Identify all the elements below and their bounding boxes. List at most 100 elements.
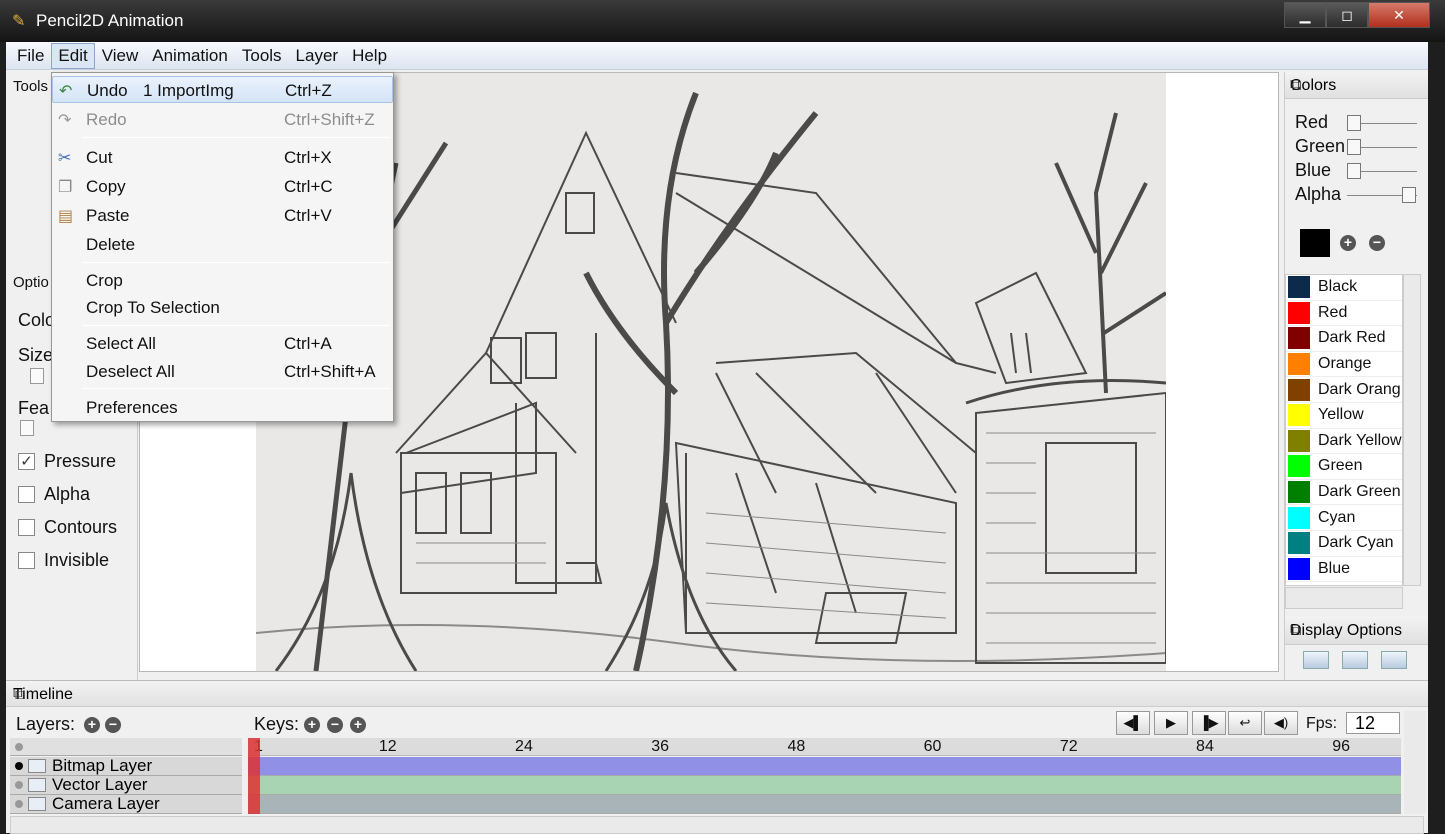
contours-checkbox[interactable]: Contours (18, 517, 117, 538)
palette-item[interactable]: Dark Red (1286, 326, 1402, 352)
menu-item-shortcut: Ctrl+V (284, 206, 332, 225)
window-title: Pencil2D Animation (36, 11, 184, 30)
close-button[interactable]: ✕ (1368, 2, 1430, 28)
green-slider-handle[interactable] (1347, 139, 1361, 155)
menu-animation[interactable]: Animation (145, 43, 235, 69)
menu-preferences[interactable]: Preferences (52, 394, 393, 421)
float-panel-icon[interactable]: ⧉ (13, 686, 1422, 704)
palette-item[interactable]: Green (1286, 454, 1402, 480)
palette-item-label: Red (1318, 303, 1348, 321)
onion-skin-button[interactable] (1381, 651, 1407, 669)
remove-layer-icon[interactable]: − (105, 717, 121, 733)
visibility-dot-icon[interactable] (15, 800, 23, 808)
palette-vertical-scrollbar[interactable] (1403, 274, 1421, 586)
menu-cut[interactable]: ✂ Cut Ctrl+X (52, 144, 393, 171)
float-panel-icon[interactable]: ⧉ (1290, 622, 1422, 640)
layer-row-bitmap[interactable]: Bitmap Layer (10, 757, 242, 776)
current-color-swatch[interactable] (1300, 229, 1330, 257)
color-swatch (1288, 276, 1310, 299)
palette-item[interactable]: Dark Yellow (1286, 429, 1402, 455)
menu-help[interactable]: Help (345, 43, 394, 69)
menu-copy[interactable]: ❐ Copy Ctrl+C (52, 173, 393, 200)
checkbox-box[interactable]: ✓ (18, 453, 35, 470)
palette-item[interactable]: Dark Green (1286, 480, 1402, 506)
display-options-header: Display Options ⧉ (1285, 617, 1428, 645)
palette-item[interactable]: Red (1286, 301, 1402, 327)
remove-key-icon[interactable]: − (327, 717, 343, 733)
pressure-checkbox[interactable]: ✓ Pressure (18, 451, 116, 472)
menu-separator (82, 388, 390, 389)
fps-spinbox[interactable]: 12 (1346, 712, 1400, 734)
duplicate-key-icon[interactable]: + (350, 717, 366, 733)
invisible-checkbox[interactable]: Invisible (18, 550, 109, 571)
size-slider[interactable] (30, 368, 44, 384)
remove-color-icon[interactable]: − (1369, 235, 1385, 251)
flip-horizontal-button[interactable] (1303, 651, 1329, 669)
frame-ruler[interactable]: 11224364860728496 (248, 738, 1401, 756)
alpha-slider-handle[interactable] (1402, 187, 1416, 203)
menu-item-label: Deselect All (86, 362, 175, 381)
palette-item[interactable]: Orange (1286, 352, 1402, 378)
flip-vertical-button[interactable] (1342, 651, 1368, 669)
add-color-icon[interactable]: + (1340, 235, 1356, 251)
menu-file[interactable]: File (10, 43, 51, 69)
palette-item[interactable]: Blue (1286, 557, 1402, 583)
layer-row-vector[interactable]: Vector Layer (10, 776, 242, 795)
loop-button[interactable]: ↩ (1228, 711, 1262, 735)
red-slider-handle[interactable] (1347, 115, 1361, 131)
timeline-horizontal-scrollbar[interactable] (10, 816, 1424, 834)
sound-button[interactable]: ◀) (1264, 711, 1298, 735)
menu-layer[interactable]: Layer (289, 43, 346, 69)
menu-tools[interactable]: Tools (235, 43, 289, 69)
menu-redo[interactable]: ↷ Redo Ctrl+Shift+Z (52, 106, 393, 133)
alpha-checkbox[interactable]: Alpha (18, 484, 90, 505)
float-panel-icon[interactable]: ⧉ (1290, 77, 1422, 95)
checkbox-box[interactable] (18, 519, 35, 536)
copy-icon: ❐ (58, 179, 73, 196)
palette-item[interactable]: Black (1286, 275, 1402, 301)
palette-item[interactable]: Dark Orang (1286, 377, 1402, 403)
menu-crop[interactable]: Crop (52, 267, 393, 294)
add-layer-icon[interactable]: + (84, 717, 100, 733)
bitmap-layer-track[interactable] (248, 757, 1401, 776)
palette-item-label: Dark Red (1318, 329, 1386, 347)
menu-edit[interactable]: Edit (51, 42, 95, 69)
palette-item[interactable]: Yellow (1286, 403, 1402, 429)
timeline-vertical-scrollbar[interactable] (1404, 711, 1426, 814)
previous-frame-button[interactable]: ◀▌ (1116, 711, 1150, 735)
menu-item-label: Cut (86, 148, 113, 167)
layer-row-camera[interactable]: Camera Layer (10, 795, 242, 814)
visibility-dot-icon[interactable] (15, 762, 23, 770)
menu-item-shortcut: Ctrl+X (284, 148, 332, 167)
color-swatch (1288, 455, 1310, 478)
maximize-button[interactable]: ◻ (1326, 2, 1368, 28)
checkbox-label: Alpha (44, 484, 91, 504)
palette-item[interactable]: Dark Cyan (1286, 531, 1402, 557)
camera-layer-track[interactable] (248, 795, 1401, 814)
playhead-marker[interactable] (248, 738, 260, 814)
menu-crop-to-selection[interactable]: Crop To Selection (52, 294, 393, 321)
palette-horizontal-scrollbar[interactable] (1285, 587, 1403, 609)
menu-select-all[interactable]: Select All Ctrl+A (52, 330, 393, 357)
feather-slider[interactable] (20, 420, 34, 436)
menu-view[interactable]: View (95, 43, 146, 69)
menu-deselect-all[interactable]: Deselect All Ctrl+Shift+A (52, 358, 393, 385)
menu-separator (82, 262, 390, 263)
menu-paste[interactable]: ▤ Paste Ctrl+V (52, 202, 393, 229)
next-frame-button[interactable]: ▐▶ (1192, 711, 1226, 735)
visibility-all-icon[interactable] (15, 743, 23, 751)
add-key-icon[interactable]: + (304, 717, 320, 733)
palette-item[interactable]: Cyan (1286, 505, 1402, 531)
vector-layer-track[interactable] (248, 776, 1401, 795)
minimize-button[interactable]: ▁ (1284, 2, 1326, 28)
checkbox-box[interactable] (18, 552, 35, 569)
menu-undo[interactable]: ↶ Undo 1 ImportImg Ctrl+Z (52, 76, 393, 103)
menu-delete[interactable]: Delete (52, 231, 393, 258)
color-swatch (1288, 557, 1310, 580)
play-button[interactable]: ▶ (1154, 711, 1188, 735)
menu-item-label: Copy (86, 177, 126, 196)
visibility-dot-icon[interactable] (15, 781, 23, 789)
frame-tick-label: 24 (515, 738, 533, 755)
checkbox-box[interactable] (18, 486, 35, 503)
blue-slider-handle[interactable] (1347, 163, 1361, 179)
